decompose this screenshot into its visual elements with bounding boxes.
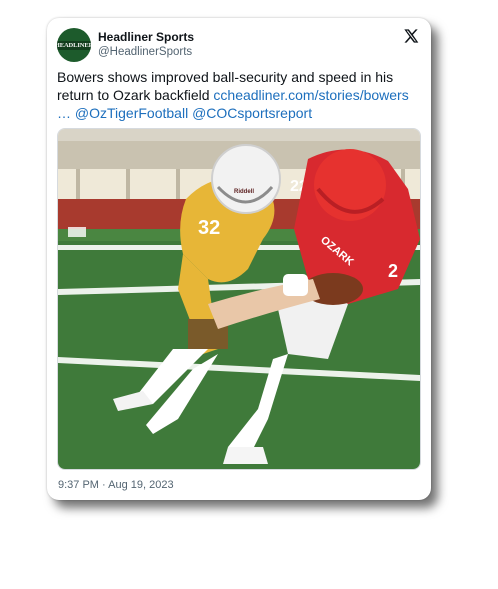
gold-jersey-number: 32 bbox=[198, 217, 220, 239]
x-logo-icon[interactable] bbox=[403, 28, 419, 44]
tweet-text: Bowers shows improved ball-security and … bbox=[57, 68, 423, 122]
tweet-card[interactable]: HEADLINER Headliner Sports @HeadlinerSpo… bbox=[47, 18, 431, 500]
helmet-brand: Riddell bbox=[234, 189, 254, 195]
red-jersey-number: 2 bbox=[388, 261, 398, 281]
tweet-photo[interactable]: 32 22 Riddell OZARK 2 bbox=[57, 128, 421, 470]
avatar[interactable]: HEADLINER bbox=[57, 28, 91, 62]
football-photo: 32 22 Riddell OZARK 2 bbox=[58, 129, 420, 469]
story-link[interactable]: ccheadliner.com/stories/bowers bbox=[213, 87, 408, 103]
avatar-logo-text: HEADLINER bbox=[57, 40, 91, 50]
mention-cocsportsreport[interactable]: @COCsportsreport bbox=[192, 105, 312, 121]
mention-oztigerfootball[interactable]: @OzTigerFootball bbox=[75, 105, 188, 121]
author-handle[interactable]: @HeadlinerSports bbox=[98, 46, 192, 58]
ellipsis: … bbox=[57, 105, 71, 121]
tweet-timestamp[interactable]: 9:37 PM · Aug 19, 2023 bbox=[58, 479, 174, 491]
author-name[interactable]: Headliner Sports bbox=[98, 30, 194, 44]
